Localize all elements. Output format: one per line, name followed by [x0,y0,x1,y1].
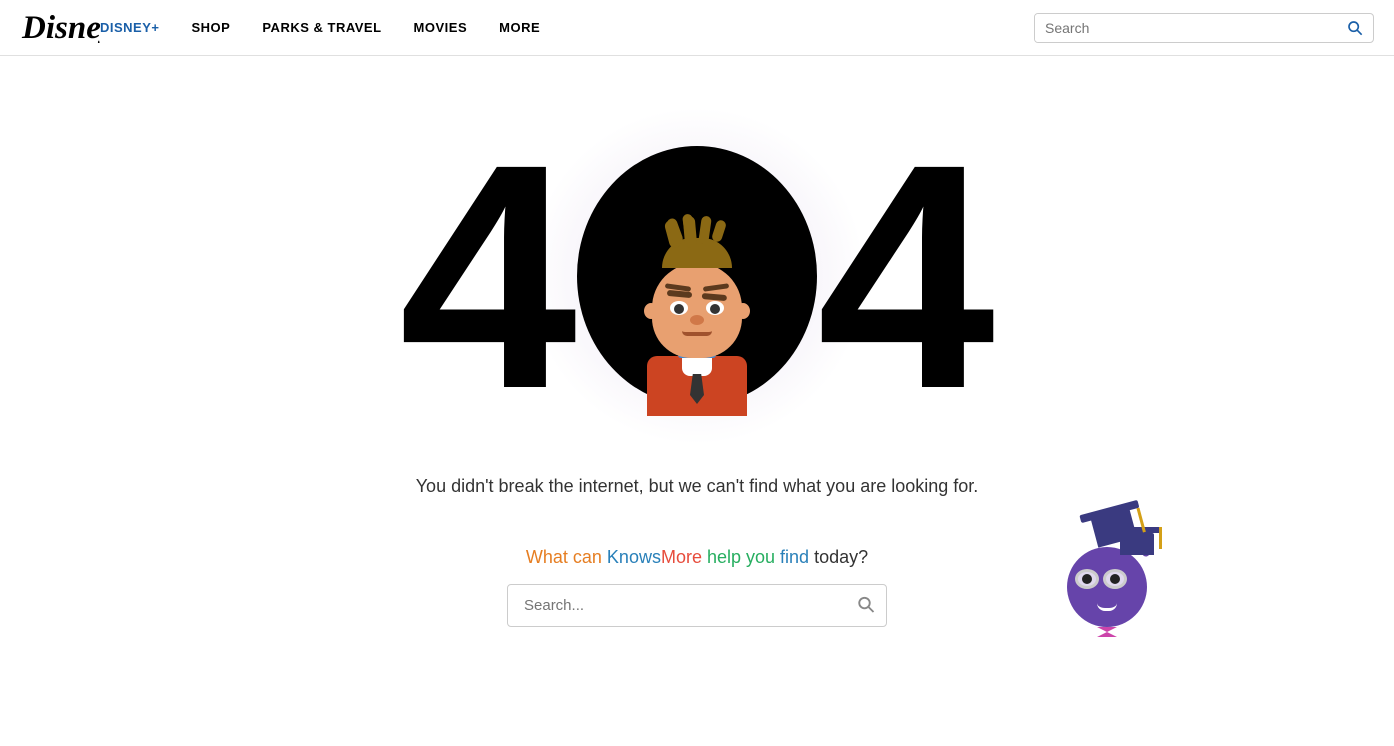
char-tie [690,374,704,404]
prompt-what: What can [526,547,607,567]
km-pupil-right [1110,574,1120,584]
char-eye-right [706,301,724,315]
nav-link-shop[interactable]: SHOP [192,20,231,35]
nav-search-icon [1347,20,1363,36]
knowsmore-search-input[interactable] [507,584,887,627]
nav-link-more[interactable]: MORE [499,20,540,35]
knowsmore-section: What can KnowsMore help you find today? [347,547,1047,627]
char-head [652,263,742,358]
nav-search-bar [1034,13,1374,43]
km-bow-tie [1097,627,1117,637]
error-section: 4 [297,116,1097,436]
char-hair [662,238,732,268]
prompt-knows: Knows [607,547,661,567]
knowsmore-prompt: What can KnowsMore help you find today? [526,547,868,568]
char-mouth [682,328,712,336]
knowsmore-search-button[interactable] [857,595,875,616]
disney-logo[interactable]: Disney [20,5,100,50]
zero-container [567,136,827,416]
error-digit-left: 4 [399,116,577,436]
km-lens-right [1103,569,1127,589]
knowsmore-search-wrapper [507,584,887,627]
km-mouth [1097,603,1117,611]
svg-text:Disney: Disney [21,10,100,43]
prompt-find: find [780,547,809,567]
main-nav: Disney DISNEY+ SHOP PARKS & TRAVEL MOVIE… [0,0,1394,56]
nav-link-parks-travel[interactable]: PARKS & TRAVEL [262,20,381,35]
km-body [1067,547,1147,627]
nav-link-movies[interactable]: MOVIES [414,20,468,35]
prompt-today: today? [809,547,868,567]
km-hat-tassel [1136,508,1145,533]
prompt-more: More [661,547,702,567]
knowsmore-search-icon [857,595,875,613]
character-ralph [647,238,747,416]
error-message: You didn't break the internet, but we ca… [416,476,979,497]
char-ear-left [644,303,658,319]
error-digit-right: 4 [817,116,995,436]
nav-search-input[interactable] [1035,14,1337,42]
nav-link-disney-plus[interactable]: DISNEY+ [100,20,160,35]
char-ear-right [736,303,750,319]
main-content: 4 [0,56,1394,627]
nav-links: DISNEY+ SHOP PARKS & TRAVEL MOVIES MORE [100,20,1034,35]
prompt-help: help you [702,547,780,567]
km-glasses [1075,569,1127,589]
km-pupil-left [1082,574,1092,584]
nav-search-button[interactable] [1337,14,1373,42]
char-body [647,356,747,416]
km-lens-left [1075,569,1099,589]
knowsmore-character [1047,527,1167,657]
char-collar [682,356,712,376]
char-eye-left [670,301,688,315]
